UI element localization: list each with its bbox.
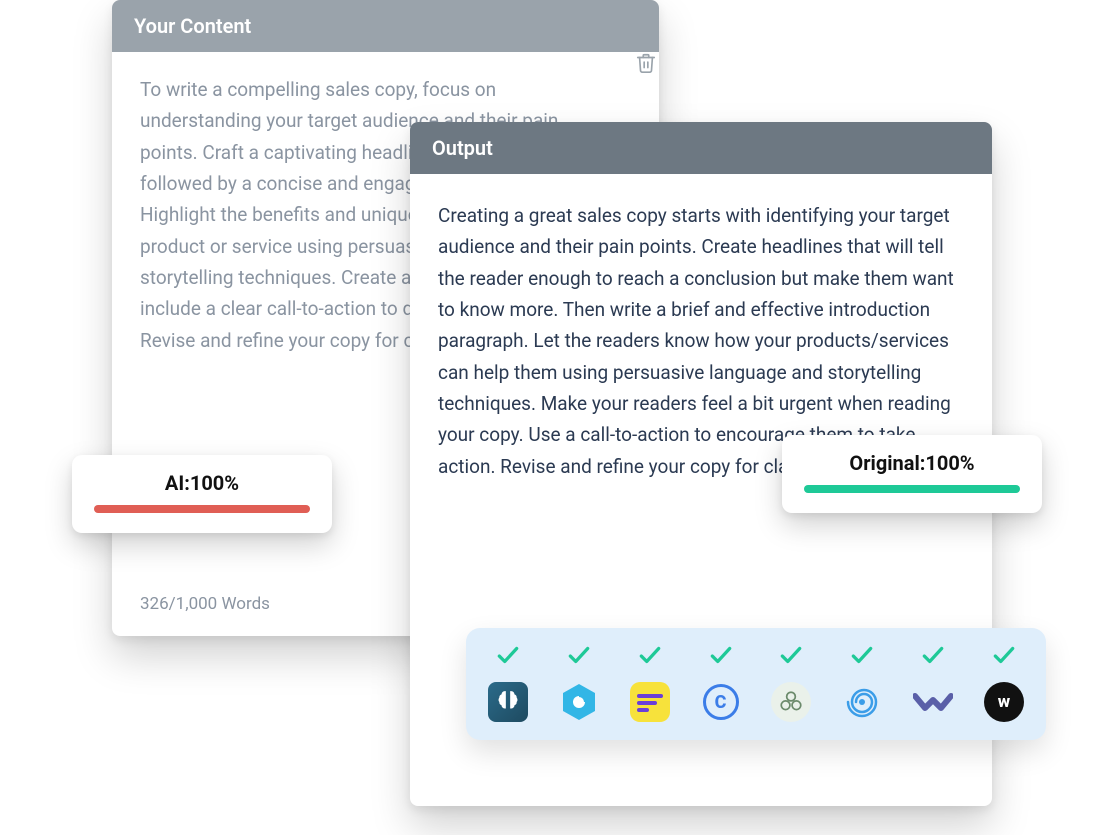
word-count: 326/1,000 Words <box>140 594 270 614</box>
detector-item: C <box>701 642 741 722</box>
check-icon <box>920 642 946 672</box>
detector-item <box>771 642 811 722</box>
bars-icon <box>630 682 670 722</box>
detector-item: w <box>984 642 1024 722</box>
detector-item <box>842 642 882 722</box>
check-icon <box>637 642 663 672</box>
ai-score-label: AI:100% <box>94 471 310 495</box>
detectors-strip: C w <box>466 628 1046 740</box>
detector-item <box>488 642 528 722</box>
original-score-label: Original:100% <box>804 451 1020 475</box>
detector-item <box>559 642 599 722</box>
check-icon <box>495 642 521 672</box>
detector-item <box>913 642 953 722</box>
w-icon: w <box>984 682 1024 722</box>
c-ring-icon: C <box>701 682 741 722</box>
check-icon <box>566 642 592 672</box>
ai-score-bar <box>94 505 310 513</box>
original-score-badge: Original:100% <box>782 435 1042 513</box>
spiral-icon <box>842 682 882 722</box>
detector-item <box>630 642 670 722</box>
hex-icon <box>559 682 599 722</box>
check-icon <box>708 642 734 672</box>
original-score-bar <box>804 485 1020 493</box>
knot-icon <box>771 682 811 722</box>
check-icon <box>991 642 1017 672</box>
ai-score-badge: AI:100% <box>72 455 332 533</box>
vv-icon <box>913 682 953 722</box>
input-card-title: Your Content <box>112 0 659 52</box>
check-icon <box>849 642 875 672</box>
output-card-title: Output <box>410 122 992 174</box>
trash-icon[interactable] <box>635 52 657 83</box>
check-icon <box>778 642 804 672</box>
brain-icon <box>488 682 528 722</box>
